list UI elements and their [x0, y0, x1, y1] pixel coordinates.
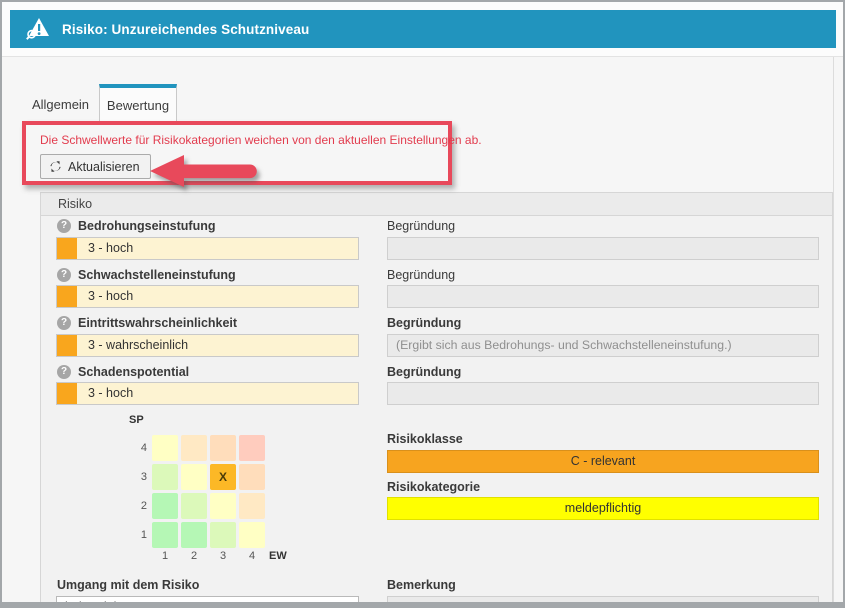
matrix-col-label: 4	[239, 550, 265, 562]
threshold-warning-text: Die Schwellwerte für Risikokategorien we…	[40, 133, 482, 147]
field-label-eintrittswahrscheinlichkeit: Eintrittswahrscheinlichkeit	[78, 316, 237, 330]
treatment-value: behandeln	[57, 597, 358, 608]
rating-value: 3 - hoch	[88, 383, 133, 404]
vertical-scrollbar[interactable]	[833, 57, 834, 602]
reason-field[interactable]	[387, 382, 819, 405]
treatment-select[interactable]: behandeln	[56, 596, 359, 608]
rating-field-eintrittswahrscheinlichkeit[interactable]: 3 - wahrscheinlich	[56, 334, 359, 357]
treatment-label: Umgang mit dem Risiko	[57, 578, 199, 592]
rating-color-chip	[57, 335, 77, 356]
help-icon[interactable]: ?	[57, 219, 71, 233]
risk-matrix: SP EW 43X211234	[125, 410, 305, 575]
reason-label: Begründung	[387, 268, 455, 282]
rating-value: 3 - hoch	[88, 238, 133, 259]
tab-bewertung[interactable]: Bewertung	[99, 84, 177, 123]
field-label-schadenspotential: Schadenspotential	[78, 365, 189, 379]
matrix-cell[interactable]	[181, 522, 207, 548]
update-button-label: Aktualisieren	[68, 160, 140, 174]
matrix-cell[interactable]	[181, 493, 207, 519]
help-icon[interactable]: ?	[57, 365, 71, 379]
remark-field[interactable]	[387, 596, 819, 608]
matrix-cell[interactable]	[210, 435, 236, 461]
help-icon[interactable]: ?	[57, 316, 71, 330]
matrix-cell[interactable]	[152, 435, 178, 461]
matrix-col-label: 2	[181, 550, 207, 562]
rating-field-schadenspotential[interactable]: 3 - hoch	[56, 382, 359, 405]
matrix-col-label: 1	[152, 550, 178, 562]
rating-value: 3 - wahrscheinlich	[88, 335, 188, 356]
update-button[interactable]: Aktualisieren	[40, 154, 151, 179]
matrix-col-label: 3	[210, 550, 236, 562]
matrix-x-axis-label: EW	[269, 550, 287, 562]
risk-class-label: Risikoklasse	[387, 432, 463, 446]
matrix-cell[interactable]	[210, 493, 236, 519]
page-title: Risiko: Unzureichendes Schutzniveau	[62, 22, 309, 37]
remark-label: Bemerkung	[387, 578, 456, 592]
reason-field[interactable]	[387, 285, 819, 308]
field-label-schwachstelle: Schwachstelleneinstufung	[78, 268, 236, 282]
rating-field-schwachstelle[interactable]: 3 - hoch	[56, 285, 359, 308]
rating-color-chip	[57, 238, 77, 259]
reason-field[interactable]: (Ergibt sich aus Bedrohungs- und Schwach…	[387, 334, 819, 357]
rating-value: 3 - hoch	[88, 286, 133, 307]
matrix-cell[interactable]	[210, 522, 236, 548]
matrix-cell[interactable]	[152, 522, 178, 548]
risk-category-value: meldepflichtig	[387, 497, 819, 520]
app-window: Risiko: Unzureichendes Schutzniveau Allg…	[0, 0, 845, 608]
matrix-cell[interactable]	[239, 522, 265, 548]
matrix-cell[interactable]	[239, 493, 265, 519]
risk-class-value: C - relevant	[387, 450, 819, 473]
refresh-icon	[49, 160, 62, 173]
matrix-row-label: 1	[125, 522, 147, 548]
matrix-cell[interactable]	[181, 435, 207, 461]
matrix-row-label: 2	[125, 493, 147, 519]
rating-color-chip	[57, 286, 77, 307]
reason-label: Begründung	[387, 316, 461, 330]
rating-field-bedrohung[interactable]: 3 - hoch	[56, 237, 359, 260]
field-label-bedrohung: Bedrohungseinstufung	[78, 219, 216, 233]
rating-color-chip	[57, 383, 77, 404]
matrix-cell[interactable]	[239, 435, 265, 461]
risk-category-label: Risikokategorie	[387, 480, 480, 494]
reason-label: Begründung	[387, 365, 461, 379]
reason-label: Begründung	[387, 219, 455, 233]
reason-field[interactable]	[387, 237, 819, 260]
risk-warning-icon	[24, 15, 52, 43]
matrix-row-label: 3	[125, 464, 147, 490]
matrix-cell[interactable]	[152, 493, 178, 519]
annotation-arrow	[148, 150, 263, 192]
title-bar: Risiko: Unzureichendes Schutzniveau	[10, 10, 836, 48]
matrix-cell[interactable]	[239, 464, 265, 490]
matrix-cell[interactable]	[152, 464, 178, 490]
matrix-cell-selected[interactable]: X	[210, 464, 236, 490]
risk-section-header: Risiko	[40, 192, 833, 216]
reason-value: (Ergibt sich aus Bedrohungs- und Schwach…	[388, 335, 818, 356]
help-icon[interactable]: ?	[57, 268, 71, 282]
matrix-row-label: 4	[125, 435, 147, 461]
matrix-y-axis-label: SP	[129, 414, 144, 426]
matrix-cell[interactable]	[181, 464, 207, 490]
tab-allgemein[interactable]: Allgemein	[22, 88, 99, 122]
